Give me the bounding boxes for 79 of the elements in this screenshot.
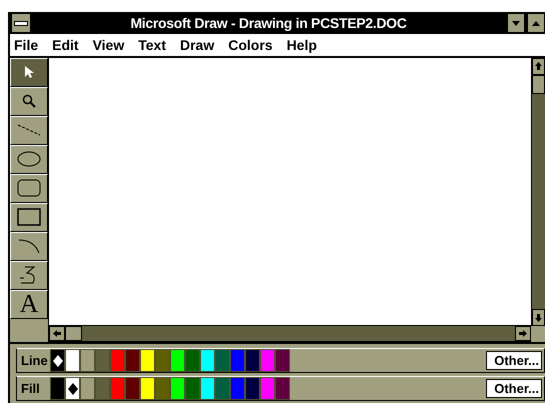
magnifier-icon bbox=[22, 94, 36, 108]
color-swatch[interactable] bbox=[155, 377, 170, 400]
up-triangle-icon bbox=[532, 20, 540, 26]
other-colors-button[interactable]: Other... bbox=[486, 379, 542, 398]
color-swatch[interactable] bbox=[65, 377, 80, 400]
menu-item[interactable]: View bbox=[92, 36, 124, 53]
tool-button[interactable] bbox=[10, 86, 48, 116]
color-swatch[interactable] bbox=[65, 349, 80, 372]
right-arrow-icon bbox=[519, 330, 527, 337]
color-swatch[interactable] bbox=[170, 377, 185, 400]
diamond-icon bbox=[68, 382, 78, 394]
color-swatch[interactable] bbox=[170, 349, 185, 372]
up-arrow-icon bbox=[535, 62, 542, 70]
scroll-right-button[interactable] bbox=[515, 326, 531, 341]
menu-item[interactable]: File bbox=[14, 36, 38, 53]
palette-label: Fill bbox=[20, 381, 41, 396]
scroll-thumb[interactable] bbox=[532, 74, 545, 94]
menu-item[interactable]: Text bbox=[138, 36, 166, 53]
scroll-up-button[interactable] bbox=[532, 58, 545, 75]
line-icon bbox=[17, 124, 41, 136]
horizontal-scrollbar[interactable] bbox=[49, 326, 531, 342]
color-swatch[interactable] bbox=[125, 349, 140, 372]
color-swatch[interactable] bbox=[215, 349, 230, 372]
color-swatch[interactable] bbox=[275, 349, 290, 372]
arc-icon bbox=[18, 238, 40, 254]
ellipse-icon bbox=[17, 151, 41, 168]
minimize-button[interactable] bbox=[507, 13, 525, 33]
other-colors-button[interactable]: Other... bbox=[486, 351, 542, 370]
maximize-button[interactable] bbox=[527, 13, 545, 33]
color-swatch[interactable] bbox=[80, 349, 95, 372]
diamond-icon bbox=[52, 354, 62, 366]
color-swatch[interactable] bbox=[185, 349, 200, 372]
color-swatch[interactable] bbox=[155, 349, 170, 372]
tool-button[interactable] bbox=[10, 58, 48, 87]
left-arrow-icon bbox=[53, 330, 61, 337]
scroll-thumb[interactable] bbox=[65, 326, 82, 341]
scroll-down-button[interactable] bbox=[532, 309, 545, 326]
color-swatch[interactable] bbox=[200, 377, 215, 400]
color-swatch[interactable] bbox=[230, 377, 245, 400]
color-swatch[interactable] bbox=[230, 349, 245, 372]
color-swatch[interactable] bbox=[80, 377, 95, 400]
color-swatch[interactable] bbox=[200, 349, 215, 372]
menu-item[interactable]: Colors bbox=[228, 36, 273, 53]
color-swatch[interactable] bbox=[50, 377, 65, 400]
scroll-left-button[interactable] bbox=[49, 326, 65, 341]
color-swatch[interactable] bbox=[260, 377, 275, 400]
palette-label: Line bbox=[20, 353, 49, 368]
color-swatch[interactable] bbox=[260, 349, 275, 372]
color-swatch[interactable] bbox=[185, 377, 200, 400]
tool-button[interactable] bbox=[10, 260, 48, 290]
down-triangle-icon bbox=[512, 20, 520, 26]
tool-button[interactable]: A bbox=[10, 290, 48, 319]
rounded-rectangle-icon bbox=[17, 179, 41, 198]
vertical-scrollbar[interactable] bbox=[531, 58, 545, 326]
tool-button[interactable] bbox=[10, 202, 48, 232]
color-swatch[interactable] bbox=[110, 377, 125, 400]
color-swatch[interactable] bbox=[140, 349, 155, 372]
color-swatch[interactable] bbox=[95, 377, 110, 400]
color-swatch[interactable] bbox=[245, 377, 260, 400]
color-swatch[interactable] bbox=[140, 377, 155, 400]
tool-button[interactable] bbox=[10, 116, 48, 145]
window-title: Microsoft Draw - Drawing in PCSTEP2.DOC bbox=[129, 15, 408, 31]
menu-item[interactable]: Help bbox=[286, 36, 317, 53]
system-menu-button[interactable] bbox=[11, 13, 31, 33]
menu-item[interactable]: Draw bbox=[180, 36, 214, 53]
color-swatch[interactable] bbox=[245, 349, 260, 372]
color-swatch[interactable] bbox=[275, 377, 290, 400]
down-arrow-icon bbox=[535, 314, 542, 322]
color-swatch[interactable] bbox=[50, 349, 65, 372]
menu-item[interactable]: Edit bbox=[52, 36, 79, 53]
rectangle-icon bbox=[17, 208, 41, 226]
color-swatch[interactable] bbox=[215, 377, 230, 400]
pointer-icon bbox=[24, 65, 34, 80]
color-swatch[interactable] bbox=[125, 377, 140, 400]
color-swatch[interactable] bbox=[95, 349, 110, 372]
tool-button[interactable] bbox=[10, 144, 48, 174]
tool-button[interactable] bbox=[10, 174, 48, 203]
color-swatch[interactable] bbox=[110, 349, 125, 372]
tool-button[interactable] bbox=[10, 232, 48, 261]
